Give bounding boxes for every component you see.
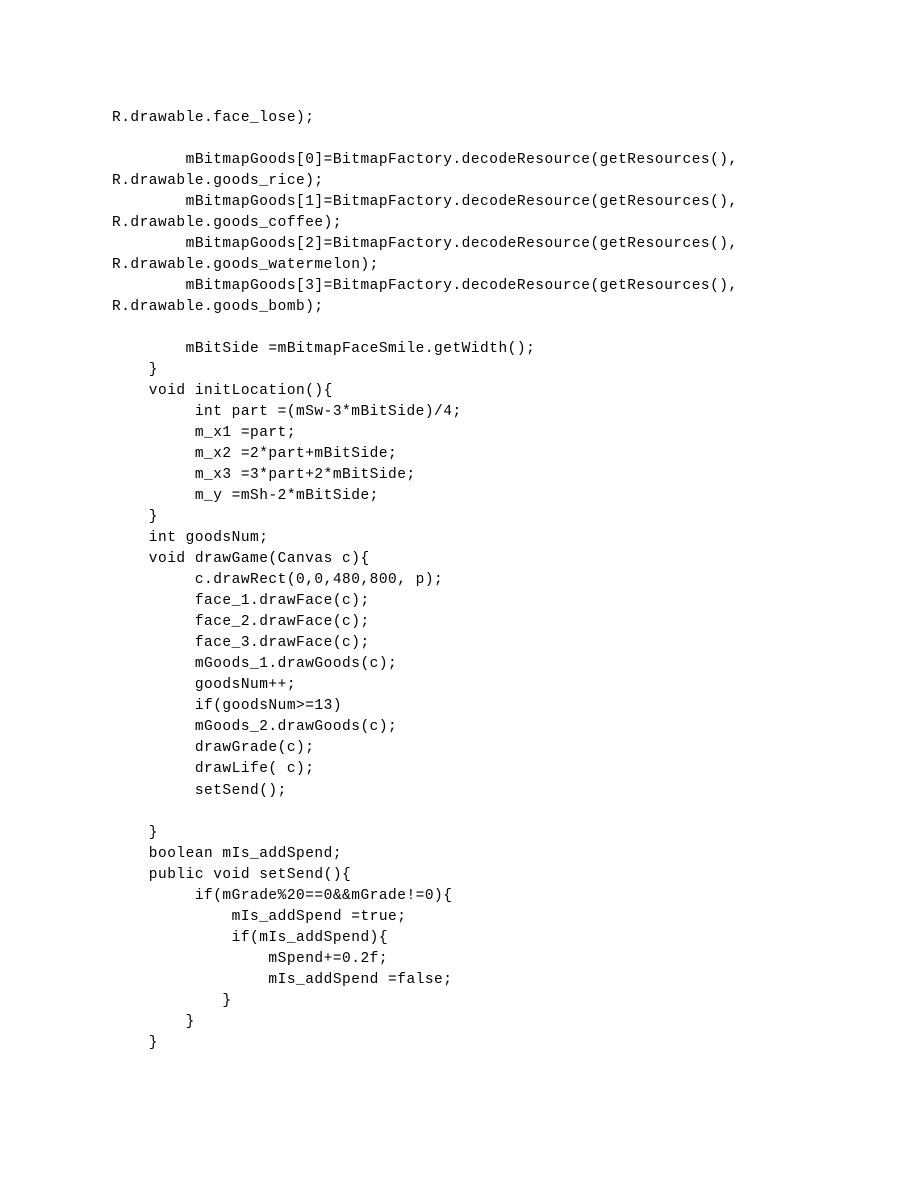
code-block: R.drawable.face_lose); mBitmapGoods[0]=B…: [112, 108, 808, 1054]
document-page: R.drawable.face_lose); mBitmapGoods[0]=B…: [0, 0, 920, 1191]
